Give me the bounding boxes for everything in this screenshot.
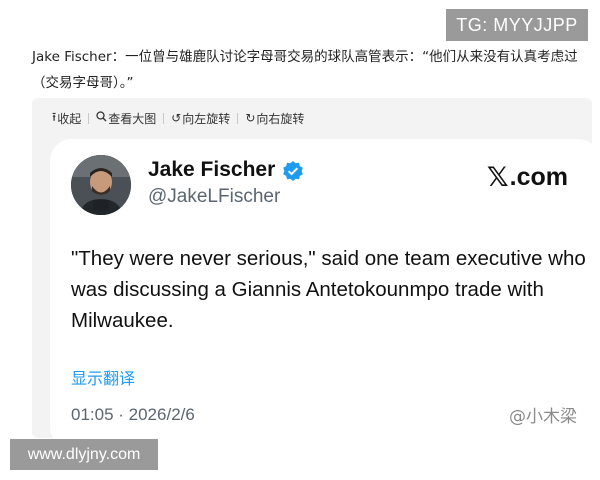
user-handle[interactable]: @JakeLFischer bbox=[148, 186, 280, 208]
rotate-right-button[interactable]: ↻ 向右旋转 bbox=[245, 110, 304, 127]
toolbar-divider bbox=[163, 112, 165, 124]
verified-badge-icon bbox=[282, 160, 304, 182]
image-toolbar: ⭱ 收起 查看大图 ↺ 向左旋转 ↻ 向右旋转 bbox=[52, 108, 304, 128]
x-logo-icon: 𝕏 bbox=[486, 162, 509, 193]
user-watermark: @小木梁 bbox=[509, 407, 577, 427]
avatar bbox=[71, 155, 131, 215]
x-logo: 𝕏 .com bbox=[487, 162, 568, 193]
platform-domain: .com bbox=[509, 163, 568, 191]
image-viewer: ⭱ 收起 查看大图 ↺ 向左旋转 ↻ 向右旋转 Jake Fischer @Ja… bbox=[32, 98, 600, 449]
collapse-label: 收起 bbox=[57, 111, 82, 126]
collapse-icon: ⭱ bbox=[52, 109, 57, 124]
view-large-label: 查看大图 bbox=[108, 111, 157, 126]
tg-watermark: TG: MYYJJPP bbox=[446, 9, 588, 41]
magnifier-icon bbox=[96, 111, 107, 125]
article-headline: Jake Fischer：一位曾与雄鹿队讨论字母哥交易的球队高管表示：“他们从来… bbox=[32, 49, 578, 91]
show-translation-link[interactable]: 显示翻译 bbox=[71, 365, 135, 389]
view-large-button[interactable]: 查看大图 bbox=[96, 110, 156, 127]
tweet-text: "They were never serious," said one team… bbox=[71, 247, 586, 332]
rotate-left-icon: ↺ bbox=[171, 111, 182, 125]
rotate-right-icon: ↻ bbox=[245, 111, 256, 125]
toolbar-divider bbox=[88, 112, 90, 124]
rotate-left-button[interactable]: ↺ 向左旋转 bbox=[171, 110, 230, 127]
collapse-button[interactable]: ⭱ 收起 bbox=[52, 108, 81, 129]
rotate-right-label: 向右旋转 bbox=[256, 111, 305, 126]
display-name[interactable]: Jake Fischer bbox=[148, 158, 275, 182]
toolbar-divider bbox=[237, 112, 239, 124]
site-watermark: www.dlyjny.com bbox=[10, 439, 158, 470]
rotate-left-label: 向左旋转 bbox=[182, 111, 231, 126]
tweet-card: Jake Fischer @JakeLFischer 𝕏 .com "They … bbox=[50, 139, 600, 449]
tweet-timestamp: 01:05 · 2026/2/6 bbox=[71, 405, 195, 424]
